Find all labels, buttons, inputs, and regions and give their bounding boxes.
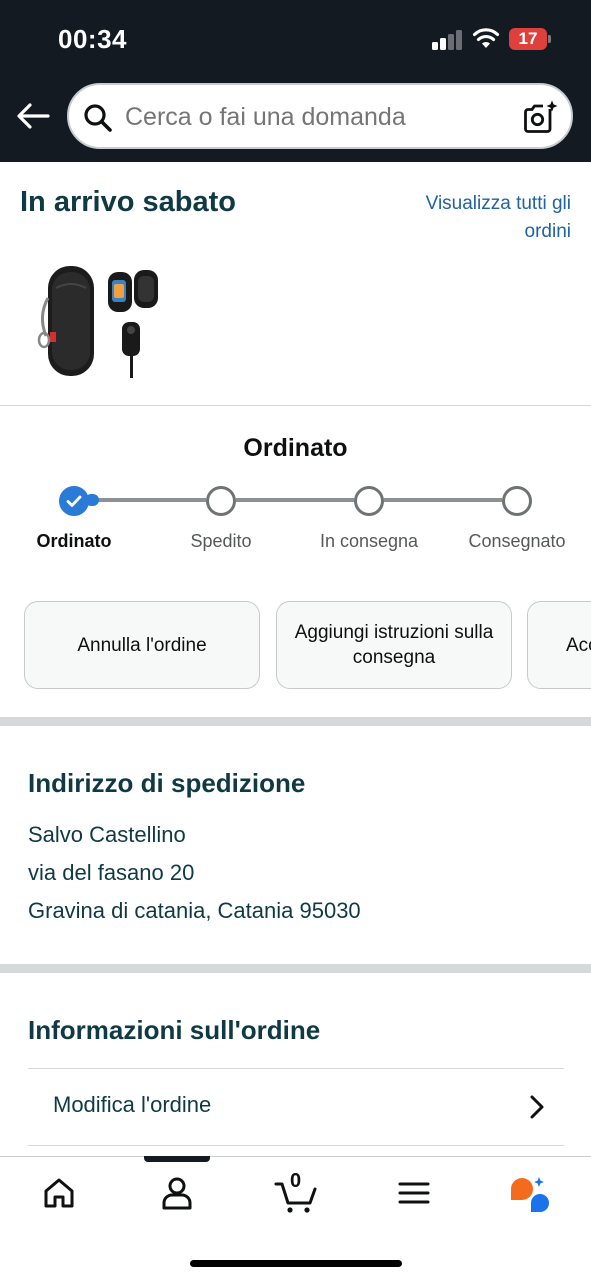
camera-lens-icon[interactable] — [523, 99, 559, 135]
back-arrow-icon[interactable] — [14, 100, 52, 132]
cellular-signal-icon — [432, 30, 464, 50]
order-details-page: 00:34 17 Cerca o fai una domanda In arri… — [0, 0, 591, 1280]
bottom-navigation: 0 — [0, 1156, 591, 1280]
step-delivered-circle — [502, 486, 532, 516]
status-time: 00:34 — [58, 24, 127, 54]
search-input[interactable] — [125, 103, 505, 132]
step-label-shipped: Spedito — [190, 531, 252, 551]
step-label-in-delivery: In consegna — [319, 531, 419, 551]
account-icon[interactable] — [159, 1175, 195, 1211]
address-name: Salvo Castellino — [28, 822, 186, 847]
section-divider — [0, 405, 591, 406]
step-in-delivery-circle — [354, 486, 384, 516]
progress-fill — [85, 494, 99, 506]
progress-line — [88, 498, 206, 502]
edit-order-row[interactable]: Modifica l'ordine — [28, 1068, 564, 1146]
shipping-address-title: Indirizzo di spedizione — [28, 768, 306, 798]
step-shipped-circle — [206, 486, 236, 516]
rufus-assistant-icon[interactable] — [509, 1175, 551, 1215]
address-street: via del fasano 20 — [28, 860, 195, 885]
add-delivery-instructions-button[interactable]: Aggiungi istruzioni sulla consegna — [276, 601, 512, 689]
home-indicator — [190, 1260, 402, 1267]
edit-order-label: Modifica l'ordine — [53, 1092, 212, 1117]
order-info-title: Informazioni sull'ordine — [28, 1015, 321, 1045]
section-divider — [0, 717, 591, 726]
chevron-right-icon — [530, 1095, 544, 1119]
top-header: 00:34 17 — [0, 0, 591, 162]
progress-line — [236, 498, 354, 502]
section-divider — [0, 964, 591, 973]
product-thumbnail[interactable] — [36, 258, 162, 382]
active-tab-indicator — [144, 1156, 210, 1162]
address-city: Gravina di catania, Catania 95030 — [28, 898, 361, 923]
battery-icon: 17 — [509, 28, 551, 50]
progress-line — [384, 498, 502, 502]
tracker-title: Ordinato — [243, 434, 348, 462]
step-label-delivered: Consegnato — [468, 531, 566, 551]
more-actions-button[interactable]: Acc — [527, 601, 591, 689]
cancel-order-button[interactable]: Annulla l'ordine — [24, 601, 260, 689]
cart-count: 0 — [290, 1170, 302, 1192]
arriving-title: In arrivo sabato — [20, 186, 236, 218]
search-bar[interactable] — [67, 83, 573, 149]
wifi-icon — [472, 28, 500, 48]
menu-icon[interactable] — [396, 1175, 432, 1211]
view-all-orders-link[interactable]: Visualizza tutti gli ordini — [381, 190, 571, 246]
search-icon — [84, 104, 112, 132]
home-icon[interactable] — [41, 1175, 77, 1211]
step-label-ordered: Ordinato — [36, 531, 112, 551]
battery-level: 17 — [518, 29, 538, 48]
